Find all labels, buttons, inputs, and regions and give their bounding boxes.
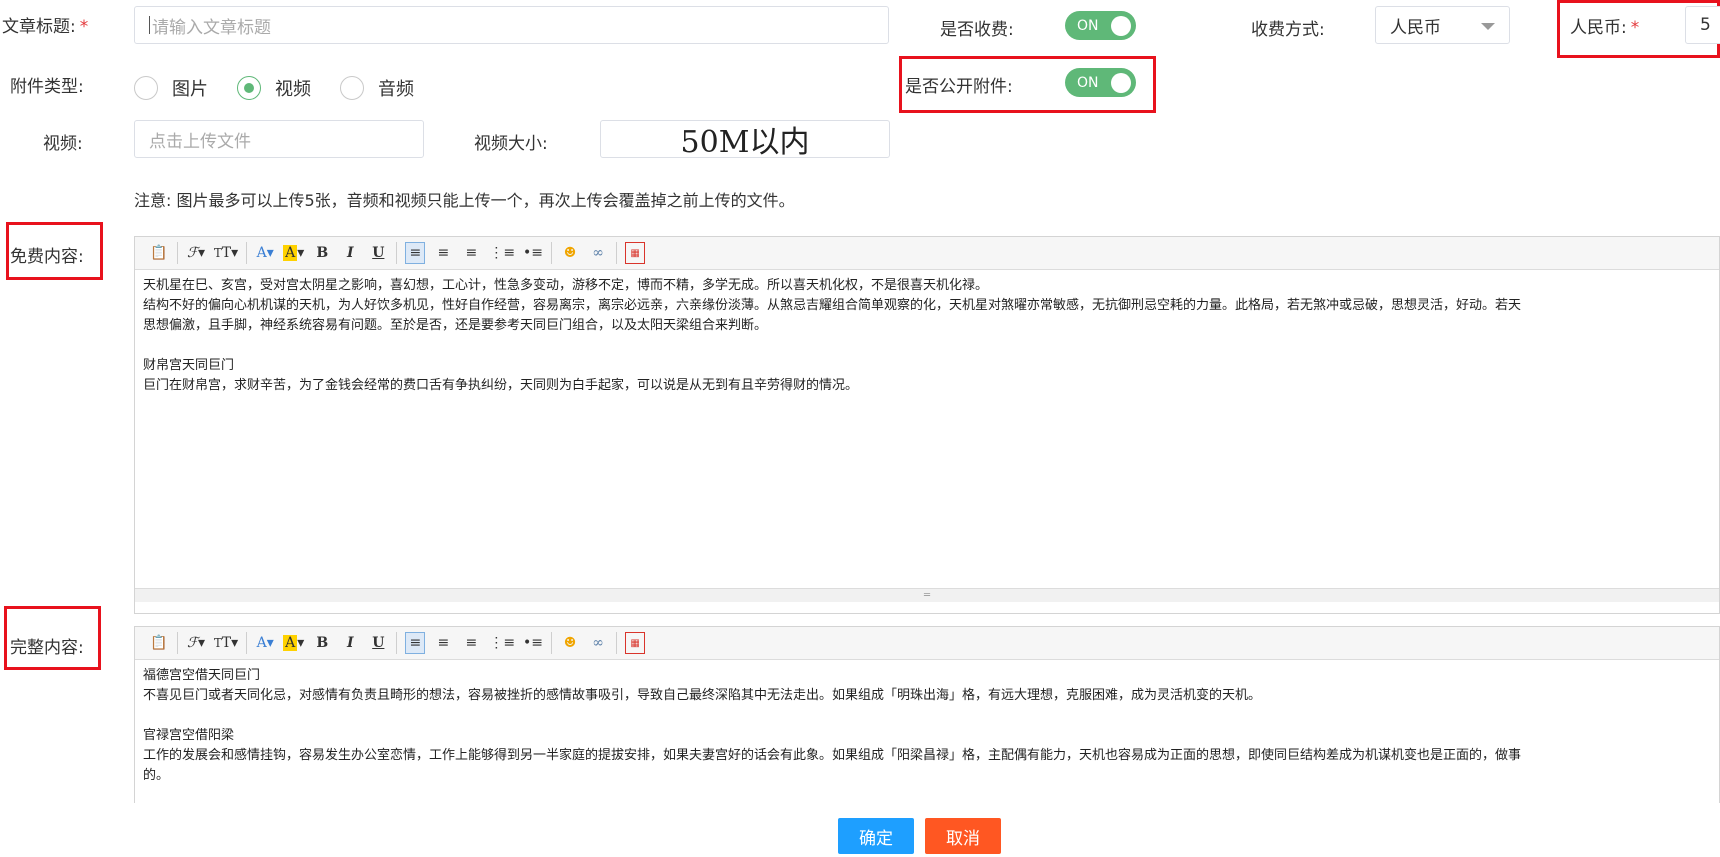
fullscreen-icon[interactable]: ▦	[625, 242, 646, 264]
rmb-amount-input[interactable]: 5	[1685, 6, 1720, 44]
toolbar-separator	[396, 632, 398, 654]
video-size-field[interactable]: 50M以内	[600, 120, 890, 160]
link-icon[interactable]: ∞	[588, 242, 608, 264]
font-size-icon[interactable]: T T▾	[214, 632, 238, 654]
italic-icon[interactable]: I	[340, 632, 360, 654]
toolbar-separator	[246, 242, 248, 264]
editor-content[interactable]: 天机星在巳、亥宫，受对宫太阴星之影响，喜幻想，工心计，性急多变动，游移不定，博而…	[135, 270, 1719, 588]
content-line: 的。	[143, 768, 170, 783]
title-label: 文章标题: *	[2, 17, 89, 37]
content-line: 巨门在财帛宫，求财辛苦，为了金钱会经常的费口舌有争执纠纷，天同则为白手起家，可以…	[143, 378, 859, 393]
underline-icon[interactable]: U	[368, 632, 388, 654]
text-caret	[149, 16, 150, 34]
font-family-icon[interactable]: ℱ ▾	[186, 632, 206, 654]
toolbar-separator	[246, 632, 248, 654]
bold-icon[interactable]: B	[312, 242, 332, 264]
radio-audio[interactable]: 音频	[340, 75, 414, 101]
editor-toolbar: 📋 ℱ ▾ T T▾ A▾ A ▾ B I U ≡ ≡ ≡ ⋮≡ •≡ ☻ ∞ ▦	[135, 627, 1719, 660]
editor-resize-handle[interactable]: ═	[135, 588, 1719, 602]
font-family-icon[interactable]: ℱ ▾	[186, 242, 206, 264]
radio-image[interactable]: 图片	[134, 75, 208, 101]
radio-video[interactable]: 视频	[237, 75, 311, 101]
cancel-button[interactable]: 取消	[925, 818, 1001, 854]
ordered-list-icon[interactable]: ⋮≡	[489, 632, 515, 654]
video-size-label: 视频大小:	[474, 134, 548, 154]
charge-label: 是否收费:	[940, 20, 1014, 40]
full-content-label: 完整内容:	[10, 638, 84, 658]
unordered-list-icon[interactable]: •≡	[523, 632, 543, 654]
font-size-icon[interactable]: T T▾	[214, 242, 238, 264]
toolbar-separator	[551, 632, 553, 654]
full-content-editor[interactable]: 📋 ℱ ▾ T T▾ A▾ A ▾ B I U ≡ ≡ ≡ ⋮≡ •≡ ☻ ∞ ▦ 福…	[134, 626, 1720, 803]
toolbar-separator	[551, 242, 553, 264]
content-line	[143, 336, 1711, 356]
align-center-icon[interactable]: ≡	[433, 242, 453, 264]
paste-icon[interactable]: 📋	[149, 242, 169, 264]
video-label: 视频:	[43, 134, 83, 154]
toolbar-separator	[396, 242, 398, 264]
title-input[interactable]: 请输入文章标题	[134, 6, 889, 44]
ordered-list-icon[interactable]: ⋮≡	[489, 242, 515, 264]
radio-circle	[340, 76, 364, 100]
align-left-icon[interactable]: ≡	[405, 632, 426, 654]
content-line: 思想偏激，且手脚，神经系统容易有问题。至於是否，还是要参考天同巨门组合，以及太阳…	[143, 318, 768, 333]
emoji-icon[interactable]: ☻	[560, 632, 580, 654]
content-line: 福德宫空借天同巨门	[143, 668, 261, 683]
link-icon[interactable]: ∞	[588, 632, 608, 654]
content-line: 结构不好的偏向心机机谋的天机，为人好饮多机见，性好自作经营，容易离宗，离宗必远亲…	[143, 298, 1522, 313]
font-color-icon[interactable]: A▾	[255, 242, 275, 264]
bold-icon[interactable]: B	[312, 632, 332, 654]
charge-switch[interactable]: ON	[1065, 11, 1136, 40]
underline-icon[interactable]: U	[368, 242, 388, 264]
confirm-button[interactable]: 确定	[838, 818, 914, 854]
chevron-down-icon	[1481, 23, 1495, 30]
free-content-editor[interactable]: 📋 ℱ ▾ T T▾ A▾ A ▾ B I U ≡ ≡ ≡ ⋮≡ •≡ ☻ ∞ ▦ 天…	[134, 236, 1720, 614]
required-mark: *	[79, 17, 89, 37]
toolbar-separator	[177, 242, 178, 264]
content-line: 工作的发展会和感情挂钩，容易发生办公室恋情，工作上能够得到另一半家庭的提拔安排，…	[143, 748, 1522, 763]
editor-content[interactable]: 福德宫空借天同巨门 不喜见巨门或者天同化忌，对感情有负责且畸形的想法，容易被挫折…	[135, 660, 1719, 802]
highlight-icon[interactable]: A ▾	[283, 632, 304, 654]
charge-method-select[interactable]: 人民币	[1375, 6, 1510, 44]
align-right-icon[interactable]: ≡	[461, 632, 481, 654]
public-attach-switch[interactable]: ON	[1065, 68, 1136, 97]
upload-input[interactable]: 点击上传文件	[134, 120, 424, 158]
content-line: 不喜见巨门或者天同化忌，对感情有负责且畸形的想法，容易被挫折的感情故事吸引，导致…	[143, 688, 1262, 703]
content-line	[143, 706, 1711, 726]
toolbar-separator	[616, 632, 618, 654]
charge-method-label: 收费方式:	[1251, 20, 1325, 40]
align-center-icon[interactable]: ≡	[433, 632, 453, 654]
unordered-list-icon[interactable]: •≡	[523, 242, 543, 264]
align-right-icon[interactable]: ≡	[461, 242, 481, 264]
free-content-label: 免费内容:	[10, 247, 84, 267]
align-left-icon[interactable]: ≡	[405, 242, 426, 264]
editor-toolbar: 📋 ℱ ▾ T T▾ A▾ A ▾ B I U ≡ ≡ ≡ ⋮≡ •≡ ☻ ∞ ▦	[135, 237, 1719, 270]
content-line: 财帛宫天同巨门	[143, 358, 235, 373]
paste-icon[interactable]: 📋	[149, 632, 169, 654]
italic-icon[interactable]: I	[340, 242, 360, 264]
attach-type-label: 附件类型:	[10, 77, 84, 97]
radio-circle	[237, 76, 261, 100]
font-color-icon[interactable]: A▾	[255, 632, 275, 654]
content-line: 天机星在巳、亥宫，受对宫太阴星之影响，喜幻想，工心计，性急多变动，游移不定，博而…	[143, 278, 989, 293]
content-line: 官禄宫空借阳梁	[143, 728, 235, 743]
upload-note: 注意: 图片最多可以上传5张，音频和视频只能上传一个，再次上传会覆盖掉之前上传的…	[134, 191, 795, 210]
public-attach-label: 是否公开附件:	[905, 77, 1013, 97]
emoji-icon[interactable]: ☻	[560, 242, 580, 264]
switch-knob	[1111, 73, 1131, 93]
switch-knob	[1111, 16, 1131, 36]
toolbar-separator	[177, 632, 178, 654]
toolbar-separator	[616, 242, 618, 264]
highlight-icon[interactable]: A ▾	[283, 242, 304, 264]
radio-circle	[134, 76, 158, 100]
rmb-label: 人民币: *	[1570, 18, 1640, 38]
fullscreen-icon[interactable]: ▦	[625, 632, 646, 654]
